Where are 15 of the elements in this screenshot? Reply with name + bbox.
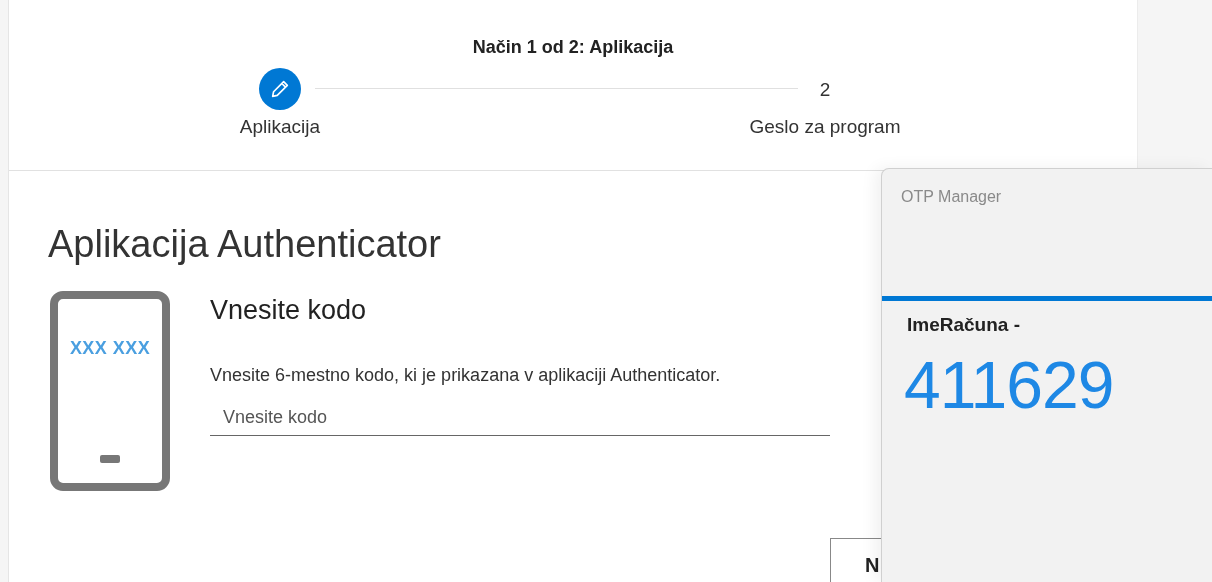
otp-code: 411629 (903, 349, 1115, 420)
wizard-title: Način 1 od 2: Aplikacija (472, 36, 674, 59)
step-number: 2 (818, 78, 832, 102)
description: Vnesite 6-mestno kodo, ki je prikazana v aplikaciji Authenticator. (210, 364, 722, 387)
phone-icon (50, 291, 170, 491)
account-name: ImeRačuna - (906, 313, 1021, 337)
code-input-field[interactable]: Vnesite kodo (210, 400, 830, 436)
next-button[interactable]: N (830, 538, 881, 582)
section-heading: Aplikacija Authenticator (48, 222, 442, 267)
step-label: Geslo za program (748, 115, 902, 139)
window-title: OTP Manager (900, 187, 1003, 207)
pencil-icon (269, 78, 291, 100)
section-title: Vnesite kodo (210, 294, 368, 327)
phone-code: XXX XXX (69, 337, 151, 360)
step-label: Aplikacija (238, 115, 322, 139)
